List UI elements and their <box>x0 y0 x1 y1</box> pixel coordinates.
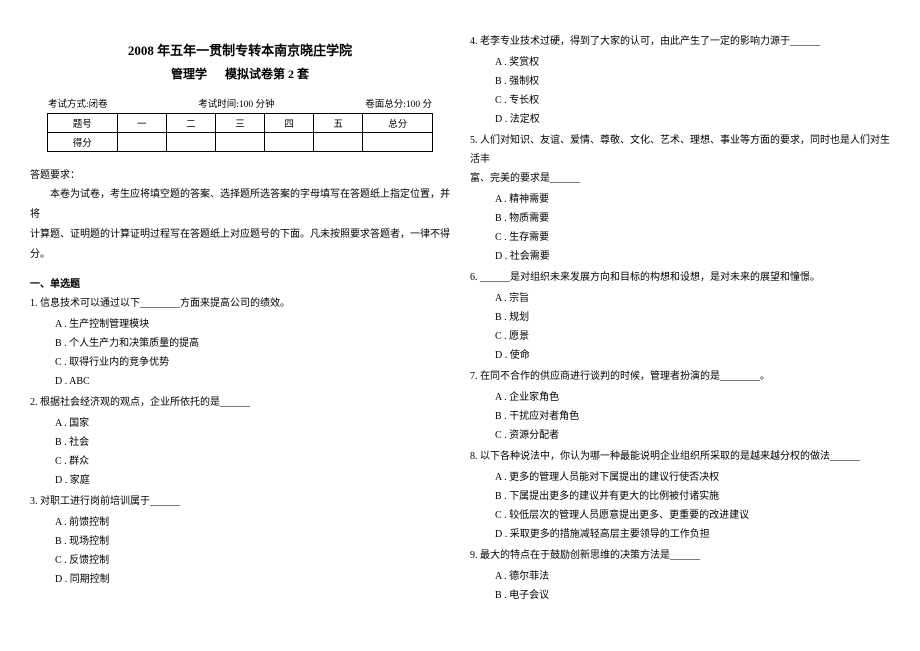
q4-optC: C . 专长权 <box>495 91 890 110</box>
q3-optD: D . 同期控制 <box>55 570 450 589</box>
th-3: 三 <box>215 114 264 133</box>
q1-optA: A . 生产控制管理模块 <box>55 315 450 334</box>
q8-optC: C . 较低层次的管理人员愿意提出更多、更重要的改进建议 <box>495 506 890 525</box>
q1-stem: 1. 信息技术可以通过以下________方面来提高公司的绩效。 <box>30 294 450 313</box>
q3-stem: 3. 对职工进行岗前培训属于______ <box>30 492 450 511</box>
th-total: 总分 <box>363 114 433 133</box>
q4-optD: D . 法定权 <box>495 110 890 129</box>
q6-optA: A . 宗旨 <box>495 289 890 308</box>
q6-optD: D . 使命 <box>495 346 890 365</box>
instructions-line1: 本卷为试卷，考生应将填空题的答案、选择题所选答案的字母填写在答题纸上指定位置，并… <box>30 185 450 225</box>
answer-req-label: 答题要求： <box>30 166 450 181</box>
q3-optC: C . 反馈控制 <box>55 551 450 570</box>
q8-optA: A . 更多的管理人员能对下属提出的建议行使否决权 <box>495 468 890 487</box>
row-score-label: 得分 <box>47 133 117 152</box>
th-4: 四 <box>265 114 314 133</box>
exam-title-line1: 2008 年五年一贯制专转本南京晓庄学院 <box>30 40 450 59</box>
q1-optC: C . 取得行业内的竞争优势 <box>55 353 450 372</box>
instructions-line2: 计算题、证明题的计算证明过程写在答题纸上对应题号的下面。凡未按照要求答题者，一律… <box>30 225 450 265</box>
q5-stem-l1: 5. 人们对知识、友谊、爱情、尊敬、文化、艺术、理想、事业等方面的要求，同时也是… <box>470 131 890 169</box>
q2-optD: D . 家庭 <box>55 471 450 490</box>
q6-optC: C . 愿景 <box>495 327 890 346</box>
q4-optA: A . 奖赏权 <box>495 53 890 72</box>
q2-optC: C . 群众 <box>55 452 450 471</box>
subject: 管理学 <box>171 67 207 81</box>
q1-optD: D . ABC <box>55 372 450 391</box>
exam-meta: 考试方式:闭卷 考试时间:100 分钟 卷面总分:100 分 <box>30 96 450 110</box>
section-1-heading: 一、单选题 <box>30 275 450 290</box>
table-row: 题号 一 二 三 四 五 总分 <box>47 114 432 133</box>
th-5: 五 <box>314 114 363 133</box>
q6-stem: 6. ______是对组织未来发展方向和目标的构想和设想，是对未来的展望和憧憬。 <box>470 268 890 287</box>
q3-optA: A . 前馈控制 <box>55 513 450 532</box>
q7-optC: C . 资源分配者 <box>495 426 890 445</box>
q5-optA: A . 精神需要 <box>495 190 890 209</box>
q8-stem: 8. 以下各种说法中，你认为哪一种最能说明企业组织所采取的是越来越分权的做法__… <box>470 447 890 466</box>
q3-optB: B . 现场控制 <box>55 532 450 551</box>
q9-optA: A . 德尔菲法 <box>495 567 890 586</box>
exam-total: 卷面总分:100 分 <box>365 96 432 110</box>
table-row: 得分 <box>47 133 432 152</box>
q2-stem: 2. 根据社会经济观的观点，企业所依托的是______ <box>30 393 450 412</box>
q5-stem-l2: 富、完美的要求是______ <box>470 169 890 188</box>
q2-optB: B . 社会 <box>55 433 450 452</box>
q5-optC: C . 生存需要 <box>495 228 890 247</box>
q7-stem: 7. 在同不合作的供应商进行谈判的时候，管理者扮演的是________。 <box>470 367 890 386</box>
q4-optB: B . 强制权 <box>495 72 890 91</box>
th-num: 题号 <box>47 114 117 133</box>
th-2: 二 <box>166 114 215 133</box>
th-1: 一 <box>117 114 166 133</box>
q1-optB: B . 个人生产力和决策质量的提高 <box>55 334 450 353</box>
right-column: 4. 老李专业技术过硬，得到了大家的认可，由此产生了一定的影响力源于______… <box>460 30 900 605</box>
q9-optB: B . 电子会议 <box>495 586 890 605</box>
q7-optA: A . 企业家角色 <box>495 388 890 407</box>
q6-optB: B . 规划 <box>495 308 890 327</box>
left-column: 2008 年五年一贯制专转本南京晓庄学院 管理学 模拟试卷第 2 套 考试方式:… <box>20 30 460 605</box>
q8-optB: B . 下属提出更多的建议并有更大的比例被付诸实施 <box>495 487 890 506</box>
q8-optD: D . 采取更多的措施减轻高层主要领导的工作负担 <box>495 525 890 544</box>
exam-time: 考试时间:100 分钟 <box>198 96 274 110</box>
q5-optB: B . 物质需要 <box>495 209 890 228</box>
exam-title-line2: 管理学 模拟试卷第 2 套 <box>30 65 450 82</box>
q7-optB: B . 干扰应对者角色 <box>495 407 890 426</box>
q5-optD: D . 社会需要 <box>495 247 890 266</box>
q2-optA: A . 国家 <box>55 414 450 433</box>
exam-mode: 考试方式:闭卷 <box>48 96 108 110</box>
q9-stem: 9. 最大的特点在于鼓励创新思维的决策方法是______ <box>470 546 890 565</box>
paper-set: 模拟试卷第 2 套 <box>225 67 309 81</box>
score-table: 题号 一 二 三 四 五 总分 得分 <box>47 113 433 152</box>
q4-stem: 4. 老李专业技术过硬，得到了大家的认可，由此产生了一定的影响力源于______ <box>470 32 890 51</box>
